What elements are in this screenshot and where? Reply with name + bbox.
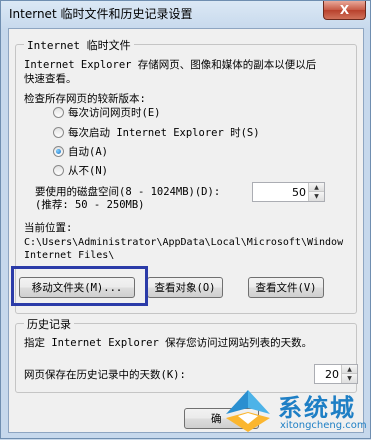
history-days-value[interactable]: 20: [325, 368, 339, 381]
temp-files-description-line1: Internet Explorer 存储网页、图像和媒体的副本以便以后: [24, 59, 317, 71]
history-days-spinner[interactable]: 20 ▲ ▼: [314, 364, 358, 384]
spin-down-icon[interactable]: ▼: [309, 192, 324, 201]
spin-up-icon[interactable]: ▲: [309, 183, 324, 192]
disk-space-value[interactable]: 50: [292, 186, 306, 199]
current-location-path-line2: Internet Files\: [24, 250, 115, 261]
disk-space-arrows[interactable]: ▲ ▼: [308, 183, 324, 201]
current-location-label: 当前位置:: [24, 222, 73, 234]
close-icon: X: [339, 3, 350, 17]
radio-every-visit[interactable]: [53, 107, 64, 118]
history-group-title: 历史记录: [24, 316, 74, 332]
watermark-icon: [226, 390, 270, 432]
close-button[interactable]: X: [323, 1, 366, 20]
check-newer-label: 检查所存网页的较新版本:: [24, 93, 146, 105]
view-files-button[interactable]: 查看文件(V): [248, 277, 324, 298]
view-objects-button[interactable]: 查看对象(O): [147, 277, 223, 298]
watermark-logo: 系统城 xitongcheng.com: [216, 384, 371, 440]
history-description: 指定 Internet Explorer 保存您访问过网站列表的天数。: [24, 337, 313, 349]
temp-files-group-title: Internet 临时文件: [24, 37, 134, 53]
radio-automatic[interactable]: [53, 146, 64, 157]
radio-every-start-label[interactable]: 每次启动 Internet Explorer 时(S): [68, 125, 260, 140]
disk-space-spinner[interactable]: 50 ▲ ▼: [252, 182, 325, 202]
radio-every-visit-label[interactable]: 每次访问网页时(E): [68, 105, 160, 120]
dialog-window: Internet 临时文件和历史记录设置 X Internet 临时文件 Int…: [0, 0, 371, 439]
radio-never[interactable]: [53, 165, 64, 176]
radio-never-label[interactable]: 从不(N): [68, 163, 108, 178]
watermark-url: xitongcheng.com: [280, 420, 367, 431]
spin-up-icon[interactable]: ▲: [342, 365, 357, 374]
history-group: 历史记录: [15, 316, 357, 393]
current-location-path-line1: C:\Users\Administrator\AppData\Local\Mic…: [24, 237, 344, 248]
history-days-label: 网页保存在历史记录中的天数(K):: [24, 369, 186, 381]
radio-automatic-label[interactable]: 自动(A): [68, 144, 108, 159]
dialog-client-area: Internet 临时文件 Internet Explorer 存储网页、图像和…: [8, 28, 364, 433]
disk-space-hint: (推荐: 50 - 250MB): [35, 199, 145, 211]
window-title: Internet 临时文件和历史记录设置: [9, 7, 193, 21]
spin-down-icon[interactable]: ▼: [342, 374, 357, 383]
radio-every-start[interactable]: [53, 127, 64, 138]
history-days-arrows[interactable]: ▲ ▼: [341, 365, 357, 383]
temp-files-description-line2: 快速查看。: [24, 73, 77, 85]
watermark-text: 系统城: [278, 394, 356, 422]
highlight-annotation-box: [11, 266, 148, 306]
